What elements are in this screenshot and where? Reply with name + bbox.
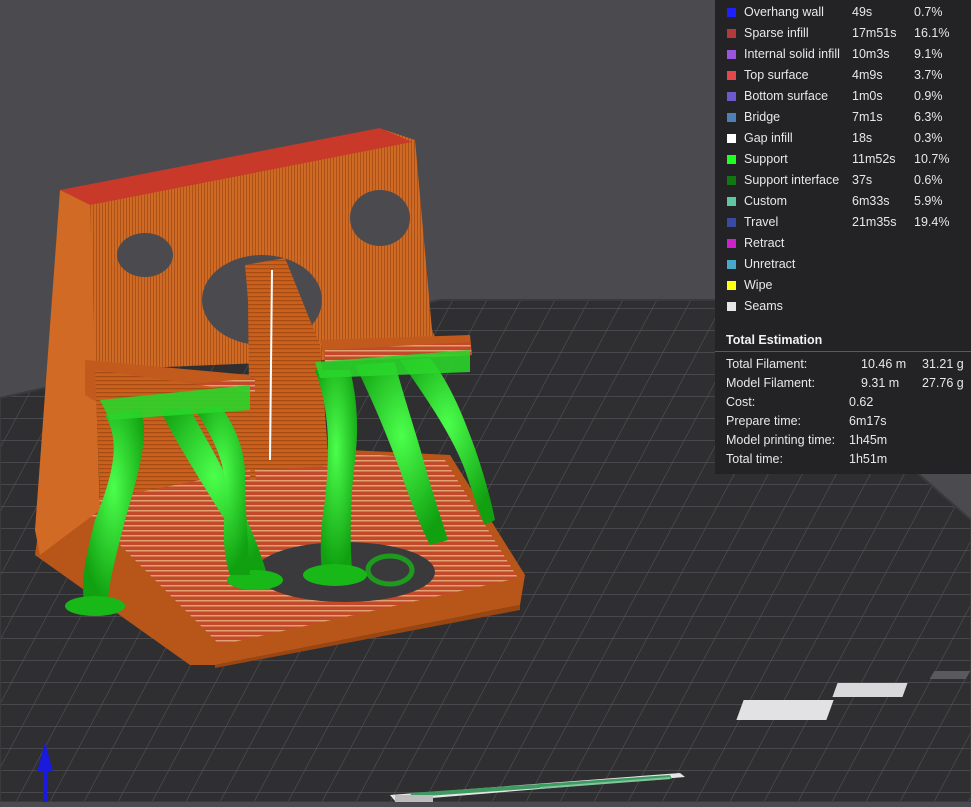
legend-swatch bbox=[727, 218, 736, 227]
feature-name: Travel bbox=[744, 215, 779, 229]
legend-swatch bbox=[727, 134, 736, 143]
plate-controls[interactable] bbox=[832, 683, 908, 697]
estimation-value: 10.46 m bbox=[861, 357, 907, 371]
legend-swatch bbox=[727, 71, 736, 80]
estimation-value: 9.31 m bbox=[861, 376, 900, 390]
feature-percent: 9.1% bbox=[914, 47, 943, 61]
legend-swatch bbox=[727, 155, 736, 164]
estimation-row: Total time: 1h51m bbox=[726, 450, 966, 469]
feature-time: 11m52s bbox=[852, 152, 896, 166]
legend-row-retract: Retract bbox=[715, 233, 971, 254]
feature-time: 18s bbox=[852, 131, 873, 145]
estimation-row: Prepare time: 6m17s bbox=[726, 412, 966, 431]
legend-swatch bbox=[727, 113, 736, 122]
legend-swatch bbox=[727, 239, 736, 248]
feature-percent: 19.4% bbox=[914, 215, 950, 229]
total-estimation-title: Total Estimation bbox=[726, 333, 823, 347]
legend-row-unretract: Unretract bbox=[715, 254, 971, 275]
corner-handle[interactable] bbox=[929, 671, 971, 679]
estimation-label: Model Filament: bbox=[726, 376, 815, 390]
estimation-label: Cost: bbox=[726, 395, 756, 409]
feature-percent: 0.7% bbox=[914, 5, 943, 19]
feature-time: 6m33s bbox=[852, 194, 890, 208]
legend-row-bridge: Bridge 7m1s 6.3% bbox=[715, 107, 971, 128]
feature-percent: 5.9% bbox=[914, 194, 943, 208]
legend-row-wipe: Wipe bbox=[715, 275, 971, 296]
plate-label-strip bbox=[736, 700, 834, 720]
legend-swatch bbox=[727, 29, 736, 38]
legend-panel: Outer wall16m29s14.9%Overhang wall49s0.7… bbox=[715, 0, 971, 474]
feature-percent: 10.7% bbox=[914, 152, 950, 166]
feature-name: Bridge bbox=[744, 110, 781, 124]
feature-name: Internal solid infill bbox=[744, 47, 840, 61]
feature-time: 1m0s bbox=[852, 89, 883, 103]
legend-swatch bbox=[727, 281, 736, 290]
legend-row-gap-infill: Gap infill 18s 0.3% bbox=[715, 128, 971, 149]
feature-percent: 3.7% bbox=[914, 68, 943, 82]
estimation-row: Model printing time: 1h45m bbox=[726, 431, 966, 450]
feature-time: 49s bbox=[852, 5, 873, 19]
feature-name: Unretract bbox=[744, 257, 796, 271]
legend-row-bottom-surface: Bottom surface 1m0s 0.9% bbox=[715, 86, 971, 107]
estimation-weight: 27.76 g bbox=[922, 376, 964, 390]
estimation-value: 6m17s bbox=[849, 414, 887, 428]
legend-row-sparse-infill: Sparse infill 17m51s 16.1% bbox=[715, 23, 971, 44]
legend-swatch bbox=[727, 260, 736, 269]
feature-name: Top surface bbox=[744, 68, 809, 82]
feature-name: Sparse infill bbox=[744, 26, 809, 40]
legend-swatch bbox=[727, 197, 736, 206]
feature-time: 17m51s bbox=[852, 26, 897, 40]
feature-percent: 16.1% bbox=[914, 26, 950, 40]
estimation-weight: 31.21 g bbox=[922, 357, 964, 371]
legend-swatch bbox=[727, 302, 736, 311]
legend-swatch bbox=[727, 176, 736, 185]
legend-swatch bbox=[727, 50, 736, 59]
feature-name: Seams bbox=[744, 299, 783, 313]
feature-name: Gap infill bbox=[744, 131, 793, 145]
feature-name: Custom bbox=[744, 194, 788, 208]
divider bbox=[715, 351, 971, 352]
legend-row-top-surface: Top surface 4m9s 3.7% bbox=[715, 65, 971, 86]
feature-time: 37s bbox=[852, 173, 873, 187]
estimation-label: Model printing time: bbox=[726, 433, 836, 447]
feature-time: 21m35s bbox=[852, 215, 897, 229]
layer-slider-strip[interactable] bbox=[380, 755, 760, 802]
legend-row-support-interface: Support interface 37s 0.6% bbox=[715, 170, 971, 191]
estimation-row: Cost: 0.62 bbox=[726, 393, 966, 412]
legend-row-custom: Custom 6m33s 5.9% bbox=[715, 191, 971, 212]
feature-time: 4m9s bbox=[852, 68, 883, 82]
estimation-value: 0.62 bbox=[849, 395, 874, 409]
feature-percent: 6.3% bbox=[914, 110, 943, 124]
estimation-value: 1h45m bbox=[849, 433, 888, 447]
feature-time: 7m1s bbox=[852, 110, 883, 124]
estimation-label: Total time: bbox=[726, 452, 783, 466]
legend-row-internal-solid-infill: Internal solid infill 10m3s 9.1% bbox=[715, 44, 971, 65]
legend-row-travel: Travel 21m35s 19.4% bbox=[715, 212, 971, 233]
legend-row-overhang-wall: Overhang wall 49s 0.7% bbox=[715, 2, 971, 23]
feature-percent: 0.9% bbox=[914, 89, 943, 103]
estimation-value: 1h51m bbox=[849, 452, 888, 466]
estimation-row: Model Filament: 9.31 m 27.76 g bbox=[726, 374, 966, 393]
feature-percent: 0.3% bbox=[914, 131, 943, 145]
feature-percent: 0.6% bbox=[914, 173, 943, 187]
estimation-label: Prepare time: bbox=[726, 414, 802, 428]
feature-name: Overhang wall bbox=[744, 5, 824, 19]
feature-name: Support interface bbox=[744, 173, 840, 187]
estimation-row: Total Filament: 10.46 m 31.21 g bbox=[726, 355, 966, 374]
estimation-label: Total Filament: bbox=[726, 357, 808, 371]
feature-time: 10m3s bbox=[852, 47, 890, 61]
feature-name: Bottom surface bbox=[744, 89, 829, 103]
legend-swatch bbox=[727, 8, 736, 17]
feature-name: Wipe bbox=[744, 278, 773, 292]
legend-row-seams: Seams bbox=[715, 296, 971, 317]
legend-row-support: Support 11m52s 10.7% bbox=[715, 149, 971, 170]
legend-swatch bbox=[727, 92, 736, 101]
feature-name: Retract bbox=[744, 236, 785, 250]
feature-name: Support bbox=[744, 152, 788, 166]
